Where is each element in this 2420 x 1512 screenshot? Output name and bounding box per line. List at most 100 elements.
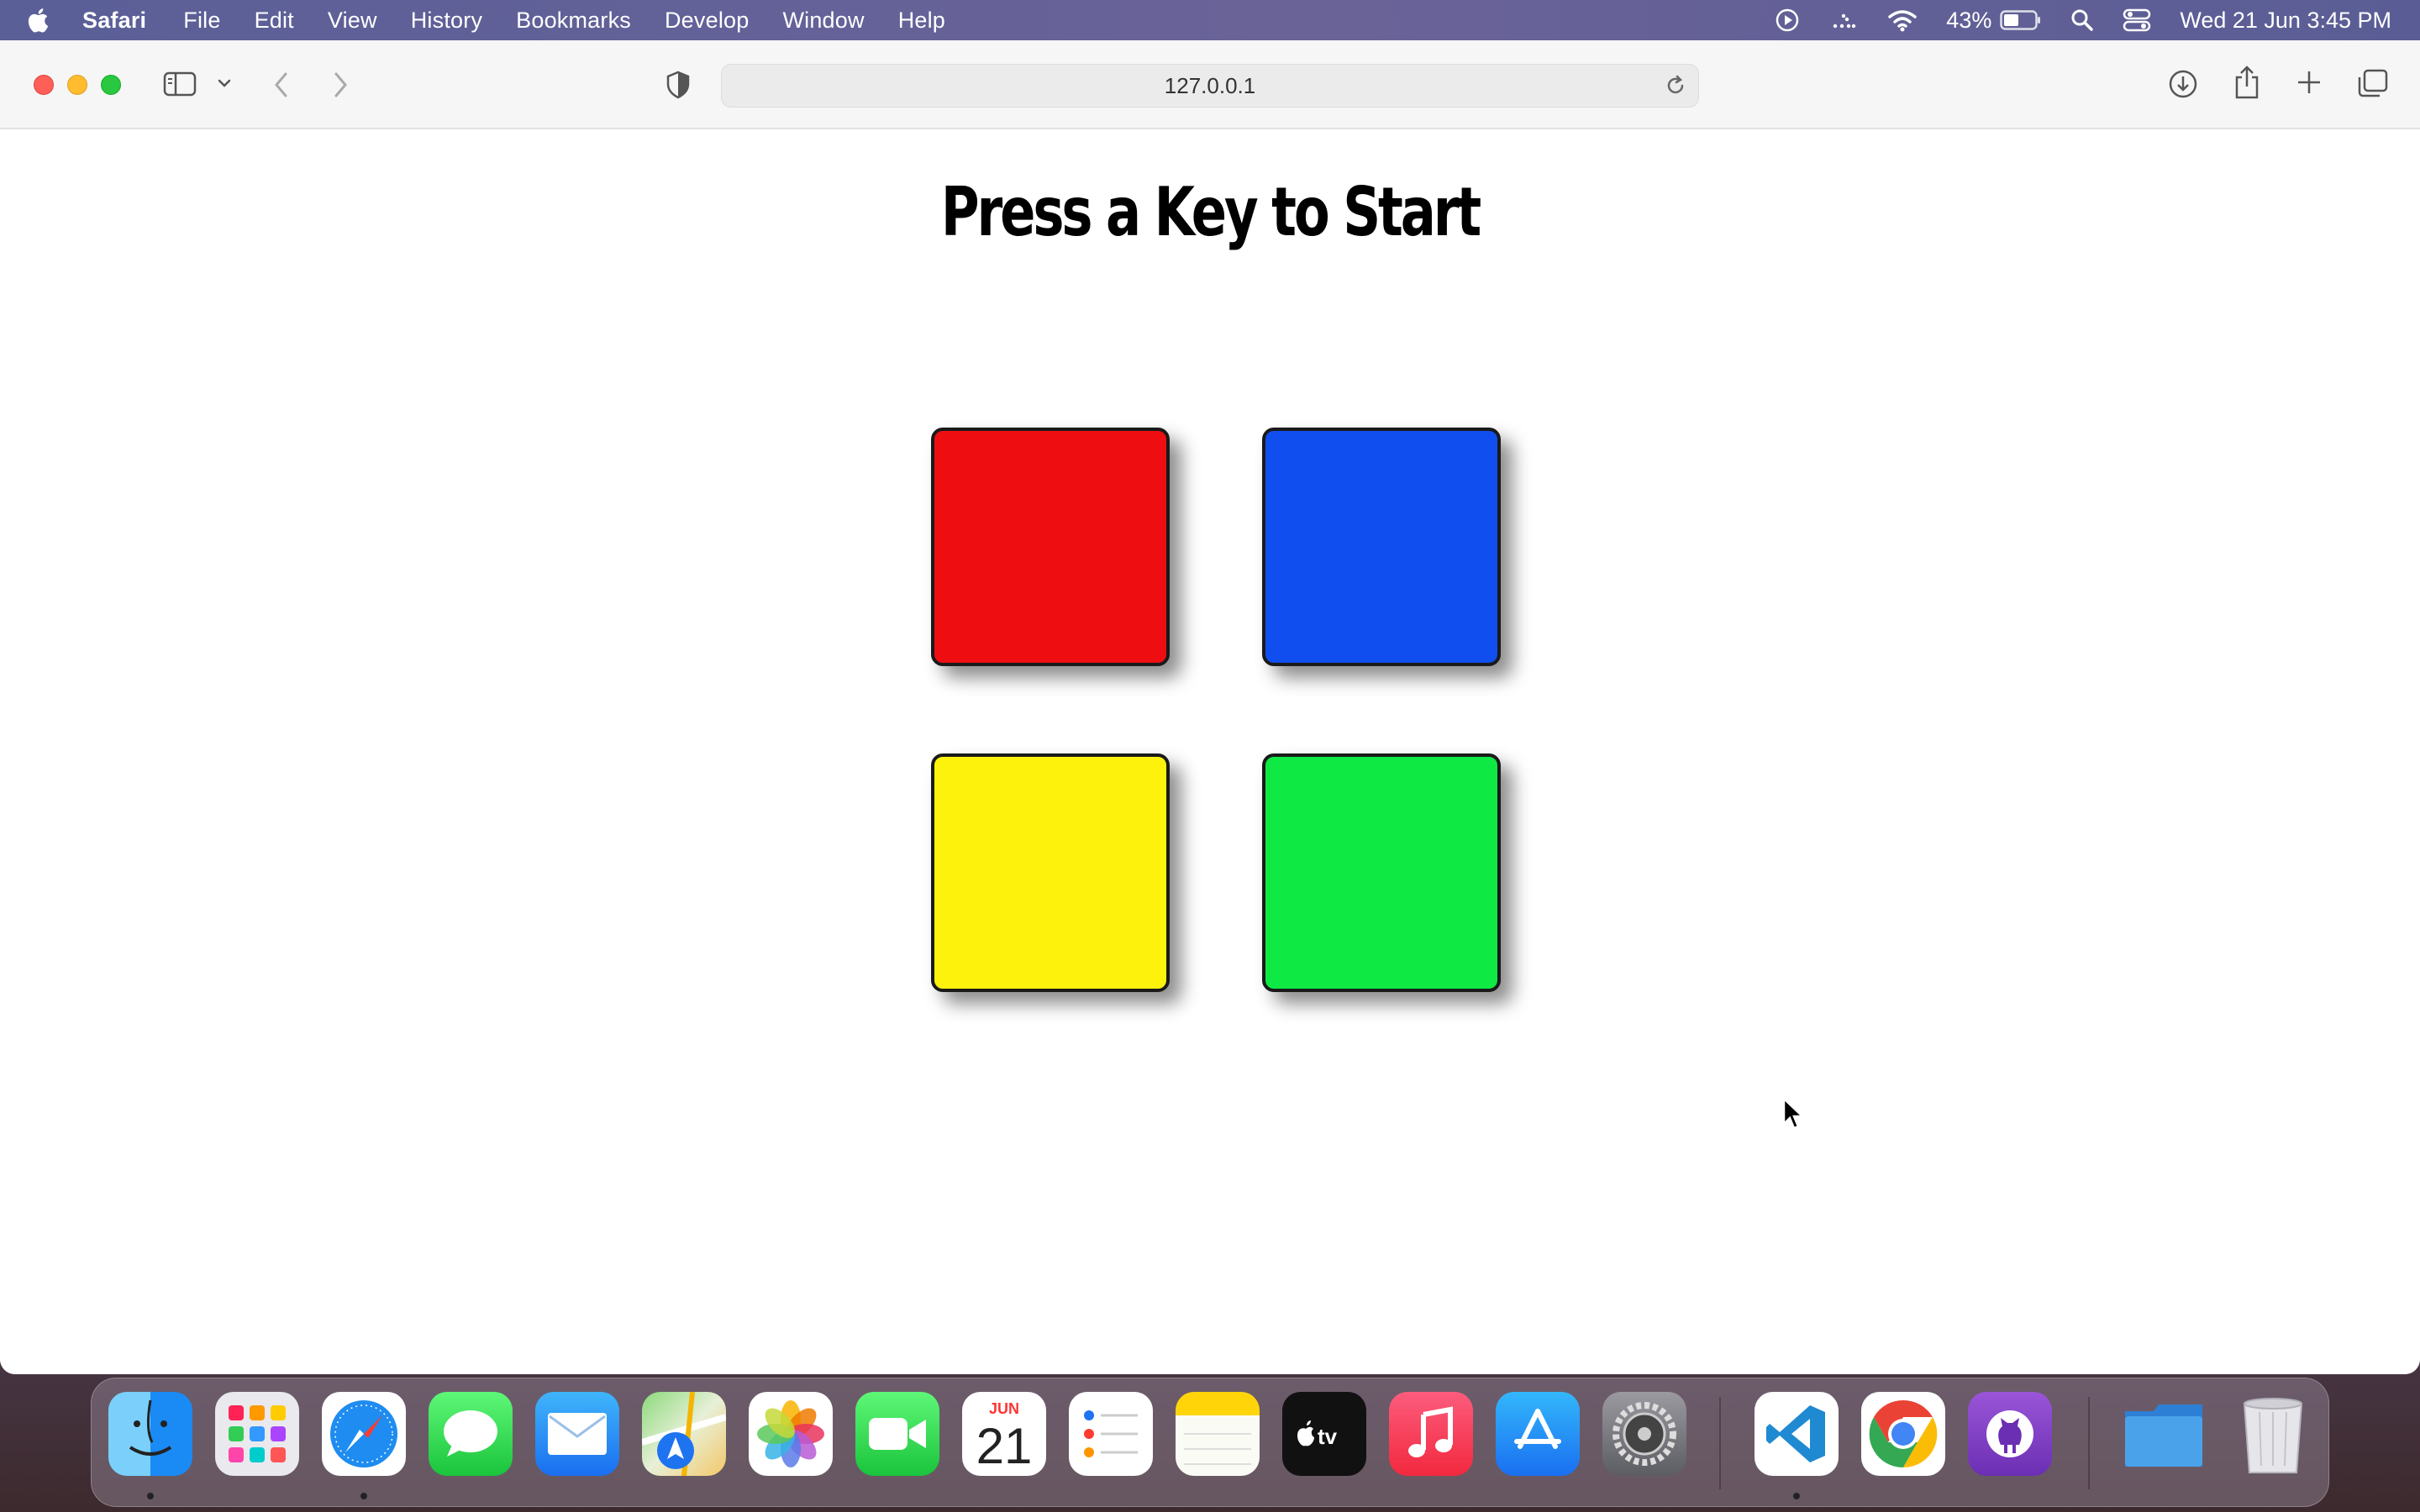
- dock-app-store[interactable]: [1496, 1392, 1580, 1476]
- dock-vscode[interactable]: [1754, 1392, 1839, 1476]
- video-camera-icon: [869, 1418, 926, 1450]
- dock-safari[interactable]: [322, 1392, 406, 1476]
- new-tab-button[interactable]: [2294, 67, 2324, 97]
- wifi-icon[interactable]: [1887, 8, 1918, 32]
- dock-launchpad[interactable]: [215, 1392, 299, 1476]
- svg-text:tv: tv: [1318, 1424, 1338, 1449]
- folder-icon: [2125, 1404, 2202, 1467]
- dock-photos[interactable]: [749, 1392, 833, 1476]
- safari-window: 127.0.0.1 Press a Key to Start: [0, 40, 2420, 1374]
- reload-icon: [1667, 75, 1684, 94]
- sidebar-toggle-button[interactable]: [163, 71, 197, 97]
- calendar-day: 21: [976, 1418, 1033, 1474]
- blue-button[interactable]: [1262, 428, 1501, 666]
- dock-trash[interactable]: [2231, 1392, 2315, 1476]
- music-note-icon: [1408, 1406, 1453, 1457]
- finder-running-indicator: [147, 1493, 154, 1499]
- share-icon: [2235, 66, 2259, 99]
- menu-file[interactable]: File: [183, 8, 220, 34]
- chevron-left-icon: [275, 72, 287, 97]
- share-button[interactable]: [2232, 64, 2262, 101]
- web-page: Press a Key to Start: [0, 129, 2420, 1374]
- privacy-report-button[interactable]: [666, 71, 691, 99]
- apple-menu-icon[interactable]: [25, 6, 54, 34]
- dock-music[interactable]: [1389, 1392, 1473, 1476]
- launchpad-icon: [229, 1405, 286, 1462]
- red-button[interactable]: [931, 428, 1170, 666]
- reload-button[interactable]: [1665, 75, 1686, 102]
- chrome-icon: [1869, 1399, 1938, 1468]
- screen-record-icon[interactable]: [1828, 8, 1859, 33]
- menu-bookmarks[interactable]: Bookmarks: [516, 8, 631, 34]
- url-text: 127.0.0.1: [1164, 72, 1256, 98]
- menu-help[interactable]: Help: [898, 8, 945, 34]
- tab-overview-button[interactable]: [2356, 67, 2390, 99]
- dock-calendar[interactable]: JUN 21: [962, 1392, 1046, 1476]
- map-icon: [642, 1392, 726, 1476]
- window-zoom-button[interactable]: [101, 75, 121, 95]
- safari-running-indicator: [360, 1493, 367, 1499]
- browser-toolbar: 127.0.0.1: [0, 40, 2420, 129]
- dock-chrome[interactable]: [1861, 1392, 1945, 1476]
- dock-reminders[interactable]: [1069, 1392, 1153, 1476]
- envelope-icon: [548, 1413, 607, 1455]
- vscode-running-indicator: [1793, 1493, 1800, 1499]
- dock-messages[interactable]: [429, 1392, 513, 1476]
- menu-edit[interactable]: Edit: [255, 8, 294, 34]
- menu-window[interactable]: Window: [782, 8, 864, 34]
- menu-history[interactable]: History: [411, 8, 482, 34]
- notes-icon: [1184, 1433, 1251, 1465]
- dock-mail[interactable]: [535, 1392, 619, 1476]
- menu-view[interactable]: View: [328, 8, 377, 34]
- dock-downloads-folder[interactable]: [2122, 1392, 2206, 1476]
- photos-flower-icon: [757, 1400, 824, 1467]
- now-playing-icon[interactable]: [1775, 8, 1800, 33]
- dock-system-settings[interactable]: [1602, 1392, 1686, 1476]
- mouse-pointer-icon: [1782, 1097, 1806, 1130]
- downloads-button[interactable]: [2166, 67, 2200, 101]
- window-minimize-button[interactable]: [67, 75, 87, 95]
- battery-status[interactable]: 43%: [1946, 8, 2042, 34]
- dock-maps[interactable]: [642, 1392, 726, 1476]
- calendar-month: JUN: [988, 1400, 1019, 1417]
- download-icon: [2169, 70, 2197, 98]
- gear-icon: [1612, 1402, 1676, 1466]
- dock-github-desktop[interactable]: [1968, 1392, 2052, 1476]
- menu-clock[interactable]: Wed 21 Jun 3:45 PM: [2180, 8, 2391, 34]
- plus-icon: [2298, 71, 2320, 93]
- window-close-button[interactable]: [34, 75, 54, 95]
- dock-facetime[interactable]: [855, 1392, 939, 1476]
- dock-finder[interactable]: [108, 1392, 192, 1476]
- dock-apple-tv[interactable]: tv: [1282, 1392, 1366, 1476]
- message-bubble-icon: [444, 1410, 497, 1457]
- finder-icon: [129, 1399, 172, 1456]
- forward-button[interactable]: [329, 71, 351, 99]
- chevron-right-icon: [334, 72, 347, 97]
- github-octocat-icon: [1986, 1410, 2033, 1457]
- address-bar[interactable]: 127.0.0.1: [721, 64, 1699, 108]
- menu-app-safari[interactable]: Safari: [82, 8, 146, 34]
- battery-percent: 43%: [1946, 7, 1992, 33]
- menu-bar: Safari File Edit View History Bookmarks …: [0, 0, 2420, 40]
- tab-overview-icon: [2358, 69, 2388, 97]
- green-button[interactable]: [1262, 753, 1501, 992]
- dock-separator-2: [2088, 1397, 2090, 1489]
- vscode-icon: [1766, 1405, 1825, 1462]
- yellow-button[interactable]: [931, 753, 1170, 992]
- battery-icon: [2000, 10, 2041, 30]
- dock-notes[interactable]: [1176, 1392, 1260, 1476]
- menu-develop[interactable]: Develop: [665, 8, 749, 34]
- sidebar-icon: [163, 71, 197, 97]
- reminders-list-icon: [1084, 1410, 1138, 1457]
- app-store-icon: [1514, 1409, 1561, 1449]
- control-center-icon[interactable]: [2123, 8, 2151, 32]
- safari-compass-icon: [330, 1400, 397, 1467]
- dock: JUN 21 tv: [91, 1378, 2329, 1507]
- tab-group-dropdown[interactable]: [217, 77, 232, 89]
- spotlight-search-icon[interactable]: [2070, 8, 2094, 32]
- shield-icon: [666, 71, 690, 99]
- back-button[interactable]: [271, 71, 292, 99]
- apple-tv-icon: tv: [1297, 1420, 1338, 1449]
- chevron-down-icon: [218, 79, 231, 87]
- trash-icon: [2243, 1398, 2303, 1473]
